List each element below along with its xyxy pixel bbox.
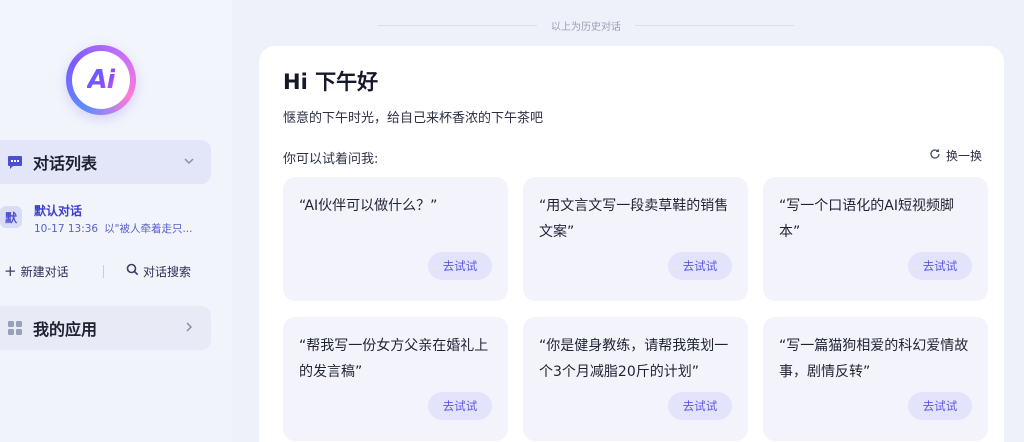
grid-icon <box>6 320 23 337</box>
suggestion-card[interactable]: “写一个口语化的AI短视频脚本” 去试试 <box>763 177 988 301</box>
suggestion-text: “帮我写一份女方父亲在婚礼上的发言稿” <box>299 338 489 380</box>
suggestion-text: “写一篇猫狗相爱的科幻爱情故事，剧情反转” <box>779 338 969 380</box>
conversation-title: 默认对话 <box>34 204 83 218</box>
conversation-avatar: 默 <box>0 206 22 228</box>
ai-logo[interactable]: Ai <box>66 45 136 115</box>
divider <box>103 265 104 278</box>
suggestion-text: “AI伙伴可以做什么？” <box>299 198 438 214</box>
refresh-button[interactable]: 换一换 <box>929 147 982 164</box>
sidebar-actions: + 新建对话 对话搜索 <box>0 262 215 282</box>
suggestions-label: 你可以试着问我: <box>283 152 379 167</box>
search-chat-button[interactable]: 对话搜索 <box>126 262 191 280</box>
logo-text: Ai <box>87 65 115 95</box>
suggestion-card[interactable]: “用文言文写一段卖草鞋的销售文案” 去试试 <box>523 177 748 301</box>
new-chat-label: 新建对话 <box>20 264 69 279</box>
try-button[interactable]: 去试试 <box>668 392 732 420</box>
refresh-icon <box>929 148 941 164</box>
conversation-list-label: 对话列表 <box>33 154 98 173</box>
suggestion-text: “用文言文写一段卖草鞋的销售文案” <box>539 198 729 240</box>
suggestion-text: “你是健身教练，请帮我策划一个3个月减脂20斤的计划” <box>539 338 729 380</box>
conversation-list-toggle[interactable]: 对话列表 <box>0 140 211 184</box>
try-button[interactable]: 去试试 <box>428 252 492 280</box>
my-apps-toggle[interactable]: 我的应用 <box>0 306 211 350</box>
search-chat-label: 对话搜索 <box>143 264 192 279</box>
suggestion-card[interactable]: “写一篇猫狗相爱的科幻爱情故事，剧情反转” 去试试 <box>763 317 988 441</box>
refresh-label: 换一换 <box>945 149 982 163</box>
try-button[interactable]: 去试试 <box>668 252 732 280</box>
sidebar: Ai 对话列表 默 默认对话 10-17 13:36 以"被人牵着走只... + … <box>0 0 232 442</box>
conversation-preview: 以"被人牵着走只... <box>104 223 193 235</box>
suggestion-text: “写一个口语化的AI短视频脚本” <box>779 198 954 240</box>
greeting-subtitle: 惬意的下午时光，给自己来杯香浓的下午茶吧 <box>283 111 544 126</box>
plus-icon: + <box>4 262 17 280</box>
try-button[interactable]: 去试试 <box>908 252 972 280</box>
chat-bubble-icon <box>6 154 23 171</box>
chevron-right-icon[interactable] <box>181 319 197 335</box>
new-chat-button[interactable]: + 新建对话 <box>4 262 69 280</box>
greeting-title: Hi 下午好 <box>283 70 379 94</box>
welcome-card: Hi 下午好 惬意的下午时光，给自己来杯香浓的下午茶吧 你可以试着问我: 换一换… <box>259 46 1004 442</box>
suggestion-card[interactable]: “你是健身教练，请帮我策划一个3个月减脂20斤的计划” 去试试 <box>523 317 748 441</box>
my-apps-label: 我的应用 <box>33 320 98 339</box>
try-button[interactable]: 去试试 <box>428 392 492 420</box>
history-divider: 以上为历史对话 <box>378 18 794 33</box>
chevron-down-icon[interactable] <box>181 153 197 169</box>
try-button[interactable]: 去试试 <box>908 392 972 420</box>
history-label: 以上为历史对话 <box>551 21 621 33</box>
search-icon <box>126 262 139 280</box>
conversation-time: 10-17 13:36 <box>34 223 99 235</box>
suggestion-card[interactable]: “AI伙伴可以做什么？” 去试试 <box>283 177 508 301</box>
conversation-item[interactable]: 默 默认对话 10-17 13:36 以"被人牵着走只... <box>0 200 215 240</box>
suggestion-card[interactable]: “帮我写一份女方父亲在婚礼上的发言稿” 去试试 <box>283 317 508 441</box>
